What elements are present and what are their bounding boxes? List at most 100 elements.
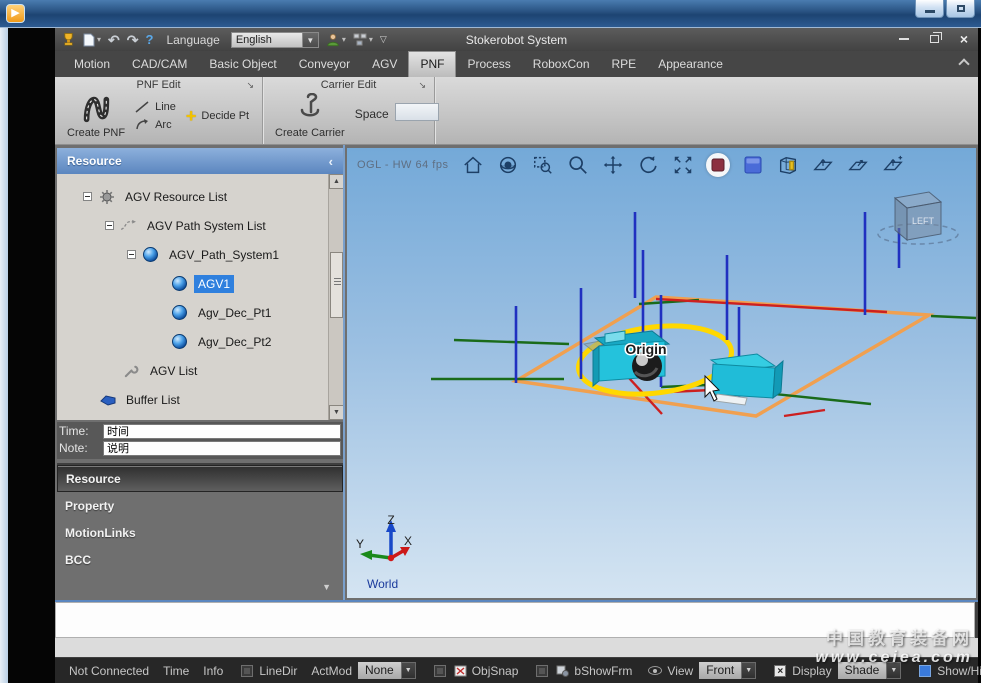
- objsnap-checkbox[interactable]: [434, 665, 446, 677]
- chevron-down-icon[interactable]: ▼: [741, 662, 756, 679]
- scroll-down-icon[interactable]: ▼: [329, 405, 343, 420]
- path-icon: [120, 217, 137, 234]
- tab-rpe[interactable]: RPE: [601, 52, 648, 77]
- tab-pnf[interactable]: PNF: [408, 51, 456, 77]
- section-overflow-icon[interactable]: ▼: [322, 582, 331, 592]
- help-button[interactable]: ?: [145, 32, 153, 47]
- showhide-grid-checkbox[interactable]: [919, 665, 931, 677]
- create-carrier-button[interactable]: Create Carrier: [275, 93, 345, 139]
- shade-blue-icon[interactable]: [741, 153, 765, 177]
- linedir-checkbox[interactable]: [241, 665, 253, 677]
- collapse-node-icon[interactable]: [127, 250, 136, 259]
- tab-roboxcon[interactable]: RoboxCon: [522, 52, 601, 77]
- zoom-window-icon[interactable]: [531, 153, 555, 177]
- orbit-icon[interactable]: [496, 153, 520, 177]
- tree-row[interactable]: Buffer List: [57, 385, 343, 414]
- chevron-down-icon[interactable]: ▼: [401, 662, 416, 679]
- play-icon[interactable]: ▶: [6, 4, 25, 23]
- nav-cube-face-label: LEFT: [912, 216, 935, 226]
- section-resource[interactable]: Resource: [57, 465, 343, 492]
- section-bcc[interactable]: BCC: [57, 546, 343, 573]
- arc-button[interactable]: Arc: [135, 119, 176, 131]
- scrollbar-thumb[interactable]: [330, 252, 343, 318]
- tab-agv[interactable]: AGV: [361, 52, 408, 77]
- display-label: Display: [792, 664, 831, 678]
- rotate-icon[interactable]: [636, 153, 660, 177]
- section-property[interactable]: Property: [57, 492, 343, 519]
- tree-row[interactable]: AGV Path System List: [57, 211, 343, 240]
- redo-button[interactable]: ↷: [127, 33, 139, 47]
- nav-cube[interactable]: LEFT: [878, 192, 958, 244]
- scroll-up-icon[interactable]: ▲: [329, 174, 343, 189]
- cube-view-icon[interactable]: [776, 153, 800, 177]
- language-select[interactable]: English ▼: [231, 32, 319, 48]
- tab-conveyor[interactable]: Conveyor: [288, 52, 361, 77]
- layout-button[interactable]: ▾: [353, 33, 373, 46]
- tab-basic-object[interactable]: Basic Object: [198, 52, 287, 77]
- app-restore-button[interactable]: [924, 31, 944, 47]
- user-button[interactable]: ▾: [326, 32, 346, 47]
- agv-box-2[interactable]: [711, 354, 783, 405]
- space-input[interactable]: [395, 103, 439, 121]
- resource-panel-header[interactable]: Resource ‹: [57, 148, 343, 174]
- app-titlebar: Stokerobot System ▾ ↶ ↷ ? Language Engl: [55, 28, 978, 51]
- line-button[interactable]: Line: [135, 101, 176, 113]
- collapse-left-icon[interactable]: ‹: [329, 154, 333, 169]
- chevron-down-icon[interactable]: ▼: [886, 662, 901, 679]
- viewport-3d[interactable]: OGL - HW 64 fps: [347, 148, 976, 598]
- display-select[interactable]: Shade ▼: [838, 662, 902, 679]
- note-input[interactable]: [103, 441, 341, 456]
- language-value[interactable]: English: [231, 32, 303, 48]
- fit-icon[interactable]: [671, 153, 695, 177]
- tree-scrollbar[interactable]: ▲ ▼: [328, 174, 343, 420]
- home-icon[interactable]: [461, 153, 485, 177]
- zoom-icon[interactable]: [566, 153, 590, 177]
- view-select[interactable]: Front ▼: [699, 662, 756, 679]
- time-input[interactable]: [103, 424, 341, 439]
- tree-row[interactable]: Agv_Dec_Pt2: [57, 327, 343, 356]
- collapse-node-icon[interactable]: [83, 192, 92, 201]
- dialog-launcher-icon[interactable]: ↘: [246, 80, 254, 91]
- ribbon-collapse-button[interactable]: [959, 57, 968, 66]
- pan-icon[interactable]: [601, 153, 625, 177]
- tree-row[interactable]: Agv_Dec_Pt1: [57, 298, 343, 327]
- undo-button[interactable]: ↶: [108, 33, 120, 47]
- panel-section-list: Resource Property MotionLinks BCC ▼: [57, 463, 343, 600]
- tab-appearance[interactable]: Appearance: [647, 52, 734, 77]
- tree-row[interactable]: AGV Resource List: [57, 182, 343, 211]
- resource-tree: AGV Resource List AGV Path System List A…: [57, 174, 343, 420]
- shade-solid-icon[interactable]: [706, 153, 730, 177]
- app-minimize-button[interactable]: [894, 31, 914, 47]
- player-maximize-button[interactable]: [946, 0, 975, 18]
- clip-plane-3-icon[interactable]: [881, 153, 905, 177]
- tab-process[interactable]: Process: [456, 52, 521, 77]
- new-document-button[interactable]: ▾: [83, 33, 101, 47]
- ribbon-group-carrier-edit: Carrier Edit ↘ Create Carrier Space: [263, 77, 435, 144]
- collapse-node-icon[interactable]: [105, 221, 114, 230]
- tab-motion[interactable]: Motion: [63, 52, 121, 77]
- display-value[interactable]: Shade: [838, 662, 887, 679]
- status-time[interactable]: Time: [163, 664, 189, 678]
- axis-z-label: Z: [387, 513, 394, 527]
- status-info[interactable]: Info: [203, 664, 223, 678]
- decide-pt-button[interactable]: + Decide Pt: [186, 109, 249, 123]
- dialog-launcher-icon[interactable]: ↘: [418, 80, 426, 91]
- tree-row-selected[interactable]: AGV1: [57, 269, 343, 298]
- tree-row[interactable]: AGV List: [57, 356, 343, 385]
- chevron-down-icon[interactable]: ▼: [303, 32, 319, 48]
- actmod-value[interactable]: None: [358, 662, 401, 679]
- view-value[interactable]: Front: [699, 662, 741, 679]
- app-close-button[interactable]: ×: [954, 31, 974, 47]
- bshowfrm-checkbox[interactable]: [536, 665, 548, 677]
- clip-plane-2-icon[interactable]: [846, 153, 870, 177]
- clip-plane-1-icon[interactable]: [811, 153, 835, 177]
- actmod-select[interactable]: None ▼: [358, 662, 416, 679]
- display-checkbox[interactable]: ×: [774, 665, 786, 677]
- section-motionlinks[interactable]: MotionLinks: [57, 519, 343, 546]
- create-pnf-button[interactable]: Create PNF: [67, 93, 125, 139]
- pin-icon[interactable]: ▽: [380, 34, 387, 45]
- user-icon: [326, 32, 340, 47]
- tab-cadcam[interactable]: CAD/CAM: [121, 52, 198, 77]
- tree-row[interactable]: AGV_Path_System1: [57, 240, 343, 269]
- player-minimize-button[interactable]: [915, 0, 944, 18]
